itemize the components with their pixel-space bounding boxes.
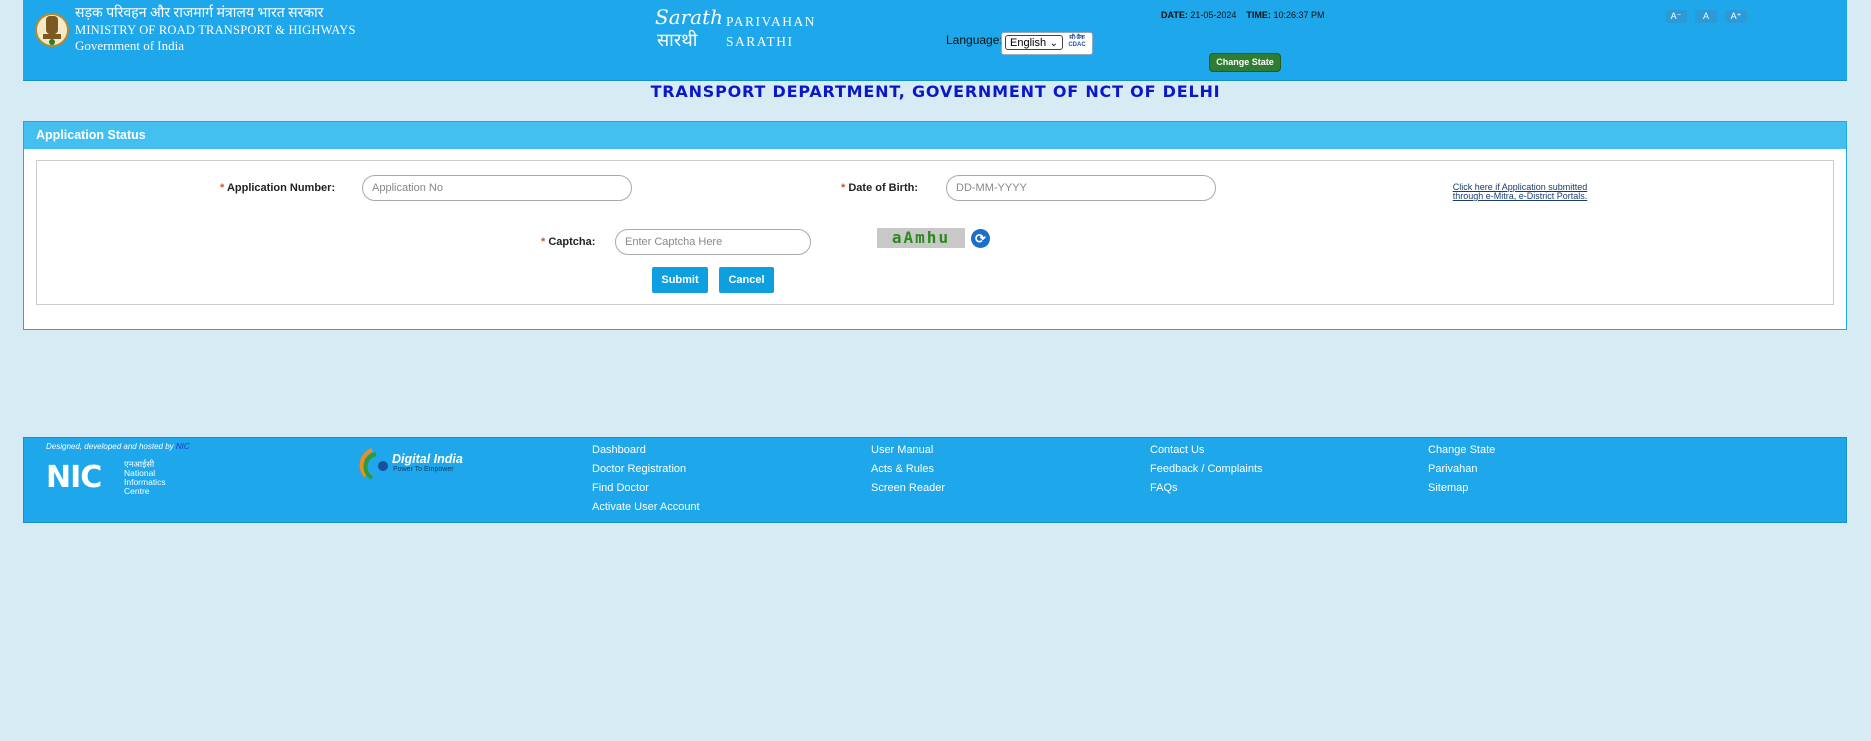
emitra-link[interactable]: Click here if Application submitted thro… [1445,183,1595,201]
nic-logo-letters: NIC [46,460,102,495]
font-normal-button[interactable]: A [1695,10,1717,23]
digital-india-tagline: Power To Empower [393,466,454,473]
time-value: 10:26:37 PM [1273,10,1325,20]
change-state-button[interactable]: Change State [1209,53,1281,72]
cancel-button[interactable]: Cancel [719,267,774,293]
language-select[interactable]: English ⌄ [1005,35,1063,50]
digital-india-text: Digital India [392,452,463,466]
font-decrease-button[interactable]: A⁻ [1665,10,1687,23]
panel-title: Application Status [24,122,1846,149]
footer-link-activate-user-account[interactable]: Activate User Account [592,501,700,513]
captcha-image: aAmhu [877,228,965,248]
footer-link-feedback[interactable]: Feedback / Complaints [1150,463,1263,475]
footer-link-contact-us[interactable]: Contact Us [1150,444,1204,456]
cdac-logo-icon: सी-डैक CDAC [1068,35,1086,48]
font-increase-button[interactable]: A⁺ [1725,10,1747,23]
submit-button[interactable]: Submit [652,267,708,293]
sarathi-logo-icon: Sarathi सारथी [655,5,723,51]
government-of-india: Government of India [75,38,185,53]
language-label: Language: [946,33,1003,47]
svg-text:सारथी: सारथी [657,29,698,51]
svg-text:Sarathi: Sarathi [655,5,723,29]
language-selector-box: English ⌄ सी-डैक CDAC [1001,32,1093,55]
footer-link-dashboard[interactable]: Dashboard [592,444,646,456]
dob-label: * Date of Birth: [841,182,918,194]
language-value: English [1010,37,1047,49]
captcha-input[interactable]: Enter Captcha Here [615,229,811,255]
ministry-hindi: सड़क परिवहन और राजमार्ग मंत्रालय भारत सर… [75,6,324,21]
required-mark: * [841,182,846,194]
site-header: सड़क परिवहन और राजमार्ग मंत्रालय भारत सर… [23,0,1847,81]
designed-by: Designed, developed and hosted by [46,442,174,451]
department-title: TRANSPORT DEPARTMENT, GOVERNMENT OF NCT … [650,82,1221,101]
emitra-link-line2: through e-Mitra, e-District Portals. [1452,191,1588,201]
ministry-title: सड़क परिवहन और राजमार्ग मंत्रालय भारत सर… [75,6,356,54]
ministry-english: MINISTRY OF ROAD TRANSPORT & HIGHWAYS [75,23,356,37]
nic-line3: Centre [124,486,150,496]
designed-by-text: Designed, developed and hosted by NIC [46,442,190,451]
captcha-label-text: Captcha: [548,236,596,248]
dob-input[interactable]: DD-MM-YYYY [946,175,1216,201]
required-mark: * [541,236,546,248]
date-time-display: DATE: 21-05-2024 TIME: 10:26:37 PM [1161,10,1324,20]
national-emblem-icon [35,13,69,47]
dob-label-text: Date of Birth: [848,182,919,194]
site-footer: Designed, developed and hosted by NIC NI… [23,437,1847,523]
application-number-input[interactable]: Application No [362,175,632,201]
application-status-panel: Application Status [23,121,1847,330]
date-label: DATE: [1161,10,1188,20]
date-value: 21-05-2024 [1190,10,1237,20]
footer-link-screen-reader[interactable]: Screen Reader [871,482,945,494]
captcha-label: * Captcha: [541,236,595,248]
refresh-captcha-icon[interactable]: ⟳ [971,229,990,248]
footer-link-faqs[interactable]: FAQs [1150,482,1178,494]
footer-link-find-doctor[interactable]: Find Doctor [592,482,649,494]
nic-logo-text: एनआईसी National Informatics Centre [124,460,194,496]
chevron-down-icon: ⌄ [1049,38,1058,49]
parivahan-sarathi-text: PARIVAHAN SARATHI [726,12,816,52]
footer-link-user-manual[interactable]: User Manual [871,444,933,456]
sarathi-line1: PARIVAHAN [726,14,817,29]
footer-link-change-state[interactable]: Change State [1428,444,1495,456]
application-number-label: * Application Number: [220,182,335,194]
time-label: TIME: [1246,10,1271,20]
designed-by-org[interactable]: NIC [176,442,190,451]
footer-link-acts-rules[interactable]: Acts & Rules [871,463,934,475]
footer-link-parivahan[interactable]: Parivahan [1428,463,1478,475]
sarathi-line2: SARATHI [726,34,794,49]
footer-link-doctor-registration[interactable]: Doctor Registration [592,463,686,475]
application-number-label-text: Application Number: [226,182,336,194]
footer-link-sitemap[interactable]: Sitemap [1428,482,1468,494]
required-mark: * [220,182,225,194]
